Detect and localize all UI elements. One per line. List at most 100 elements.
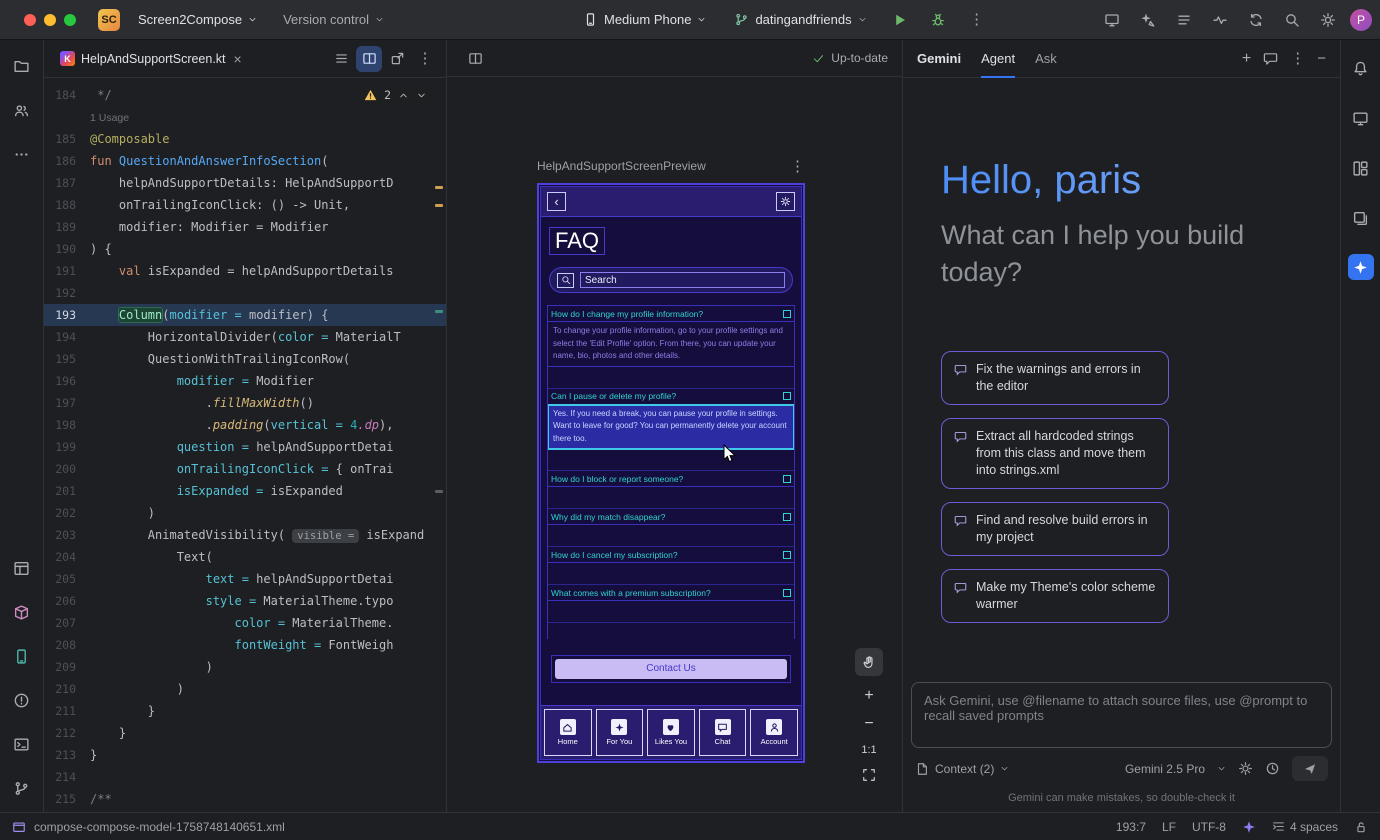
line-number[interactable]: 202 [44,502,90,524]
line-number[interactable]: 205 [44,568,90,590]
problems-icon[interactable] [10,688,34,712]
device-explorer-icon[interactable] [1347,104,1375,132]
gemini-options-kebab[interactable]: ⋮ [1290,51,1305,66]
code-line[interactable]: 188 onTrailingIconClick: () -> Unit, [44,194,446,216]
editor-tab[interactable]: K HelpAndSupportScreen.kt × [50,40,252,77]
code-line[interactable]: 215/** [44,788,446,810]
phone-nav-item-chat[interactable]: Chat [699,709,747,756]
zoom-fit-button[interactable] [862,768,876,786]
close-window-button[interactable] [24,14,36,26]
line-number[interactable]: 189 [44,216,90,238]
code-line[interactable]: 1 Usage [44,106,446,128]
faq-question-row[interactable]: Why did my match disappear? [548,509,794,525]
compose-preview-phone[interactable]: ‹ FAQ Search How do I change [537,183,805,763]
expand-icon[interactable] [783,589,791,597]
debug-button[interactable] [925,7,951,33]
line-number[interactable]: 191 [44,260,90,282]
code-line[interactable]: 210 ) [44,678,446,700]
running-devices-icon[interactable] [1098,6,1126,34]
pan-hand-button[interactable] [855,648,883,676]
zoom-in-button[interactable]: + [864,688,873,704]
phone-nav-item-account[interactable]: Account [750,709,798,756]
line-number[interactable]: 196 [44,370,90,392]
faq-question-row[interactable]: How do I change my profile information? [548,306,794,322]
usage-inlay-hint[interactable]: 1 Usage [90,112,129,124]
preview-options-kebab[interactable]: ⋮ [790,159,805,174]
code-line[interactable]: 211 } [44,700,446,722]
gemini-suggestion-card[interactable]: Fix the warnings and errors in the edito… [941,351,1169,405]
statusbar-file[interactable]: compose-compose-model-1758748140651.xml [34,820,285,834]
split-editor-icon[interactable] [356,46,382,72]
code-line[interactable]: 203 AnimatedVisibility( visible = isExpa… [44,524,446,546]
minimize-window-button[interactable] [44,14,56,26]
back-icon[interactable]: ‹ [547,192,566,211]
code-line[interactable]: 196 modifier = Modifier [44,370,446,392]
caret-position[interactable]: 193:7 [1116,820,1146,834]
version-control-menu[interactable]: Version control [275,8,392,31]
line-separator[interactable]: LF [1162,820,1176,834]
next-issue-icon[interactable] [416,90,427,101]
tab-ask[interactable]: Ask [1035,40,1057,78]
code-line[interactable]: 208 fontWeight = FontWeigh [44,634,446,656]
editor-list-icon[interactable] [328,46,354,72]
line-number[interactable]: 215 [44,788,90,810]
line-number[interactable]: 214 [44,766,90,788]
line-number[interactable] [44,106,90,128]
terminal-icon[interactable] [10,732,34,756]
search-everywhere-icon[interactable] [1278,6,1306,34]
phone-nav-item-likes-you[interactable]: Likes You [647,709,695,756]
packages-icon[interactable] [10,600,34,624]
close-tab-icon[interactable]: × [234,51,242,67]
branch-selector[interactable]: datingandfriends [726,8,874,31]
gemini-suggestion-card[interactable]: Find and resolve build errors in my proj… [941,502,1169,556]
gemini-suggestion-card[interactable]: Make my Theme's color scheme warmer [941,569,1169,623]
code-line[interactable]: 185@Composable [44,128,446,150]
zoom-out-button[interactable]: − [864,716,873,732]
editor-options-kebab[interactable]: ⋮ [412,46,438,72]
code-line[interactable]: 212 } [44,722,446,744]
expand-icon[interactable] [783,392,791,400]
code-line[interactable]: 213} [44,744,446,766]
code-line[interactable]: 209 ) [44,656,446,678]
gemini-panel-button[interactable] [1348,254,1374,280]
readonly-lock-icon[interactable] [1354,820,1368,834]
hide-panel-icon[interactable]: − [1317,50,1326,67]
line-number[interactable]: 207 [44,612,90,634]
preview-layout-icon[interactable] [461,44,489,72]
code-line[interactable]: 204 Text( [44,546,446,568]
history-clock-icon[interactable] [1265,761,1280,776]
line-number[interactable]: 208 [44,634,90,656]
phone-settings-gear-icon[interactable] [776,192,795,211]
line-number[interactable]: 197 [44,392,90,414]
line-number[interactable]: 192 [44,282,90,304]
file-encoding[interactable]: UTF-8 [1192,820,1226,834]
code-line[interactable]: 186fun QuestionAndAnswerInfoSection( [44,150,446,172]
line-number[interactable]: 188 [44,194,90,216]
detach-preview-icon[interactable] [384,46,410,72]
new-chat-plus-icon[interactable]: + [1242,50,1251,68]
line-number[interactable]: 210 [44,678,90,700]
line-number[interactable]: 190 [44,238,90,260]
phone-search-input[interactable]: Search [580,272,785,288]
maximize-window-button[interactable] [64,14,76,26]
line-number[interactable]: 195 [44,348,90,370]
settings-gear-icon[interactable] [1314,6,1342,34]
notifications-bell-icon[interactable] [1347,54,1375,82]
user-avatar[interactable]: P [1350,9,1372,31]
contact-us-button[interactable]: Contact Us [551,655,791,683]
device-selector[interactable]: Medium Phone [575,8,714,31]
code-line[interactable]: 214 [44,766,446,788]
line-number[interactable]: 186 [44,150,90,172]
ai-completion-sparkle-icon[interactable] [1242,820,1256,834]
line-number[interactable]: 211 [44,700,90,722]
layout-panels-icon[interactable] [1347,154,1375,182]
gemini-suggestion-card[interactable]: Extract all hardcoded strings from this … [941,418,1169,489]
prompt-settings-gear-icon[interactable] [1238,761,1253,776]
device-sync-icon[interactable] [1242,6,1270,34]
line-number[interactable]: 203 [44,524,90,546]
preview-canvas[interactable]: HelpAndSupportScreenPreview ⋮ ‹ FAQ [447,77,902,812]
logcat-icon[interactable] [1170,6,1198,34]
app-quality-insights-icon[interactable] [1206,6,1234,34]
code-line[interactable]: 201 isExpanded = isExpanded [44,480,446,502]
gemini-input[interactable] [922,691,1321,739]
